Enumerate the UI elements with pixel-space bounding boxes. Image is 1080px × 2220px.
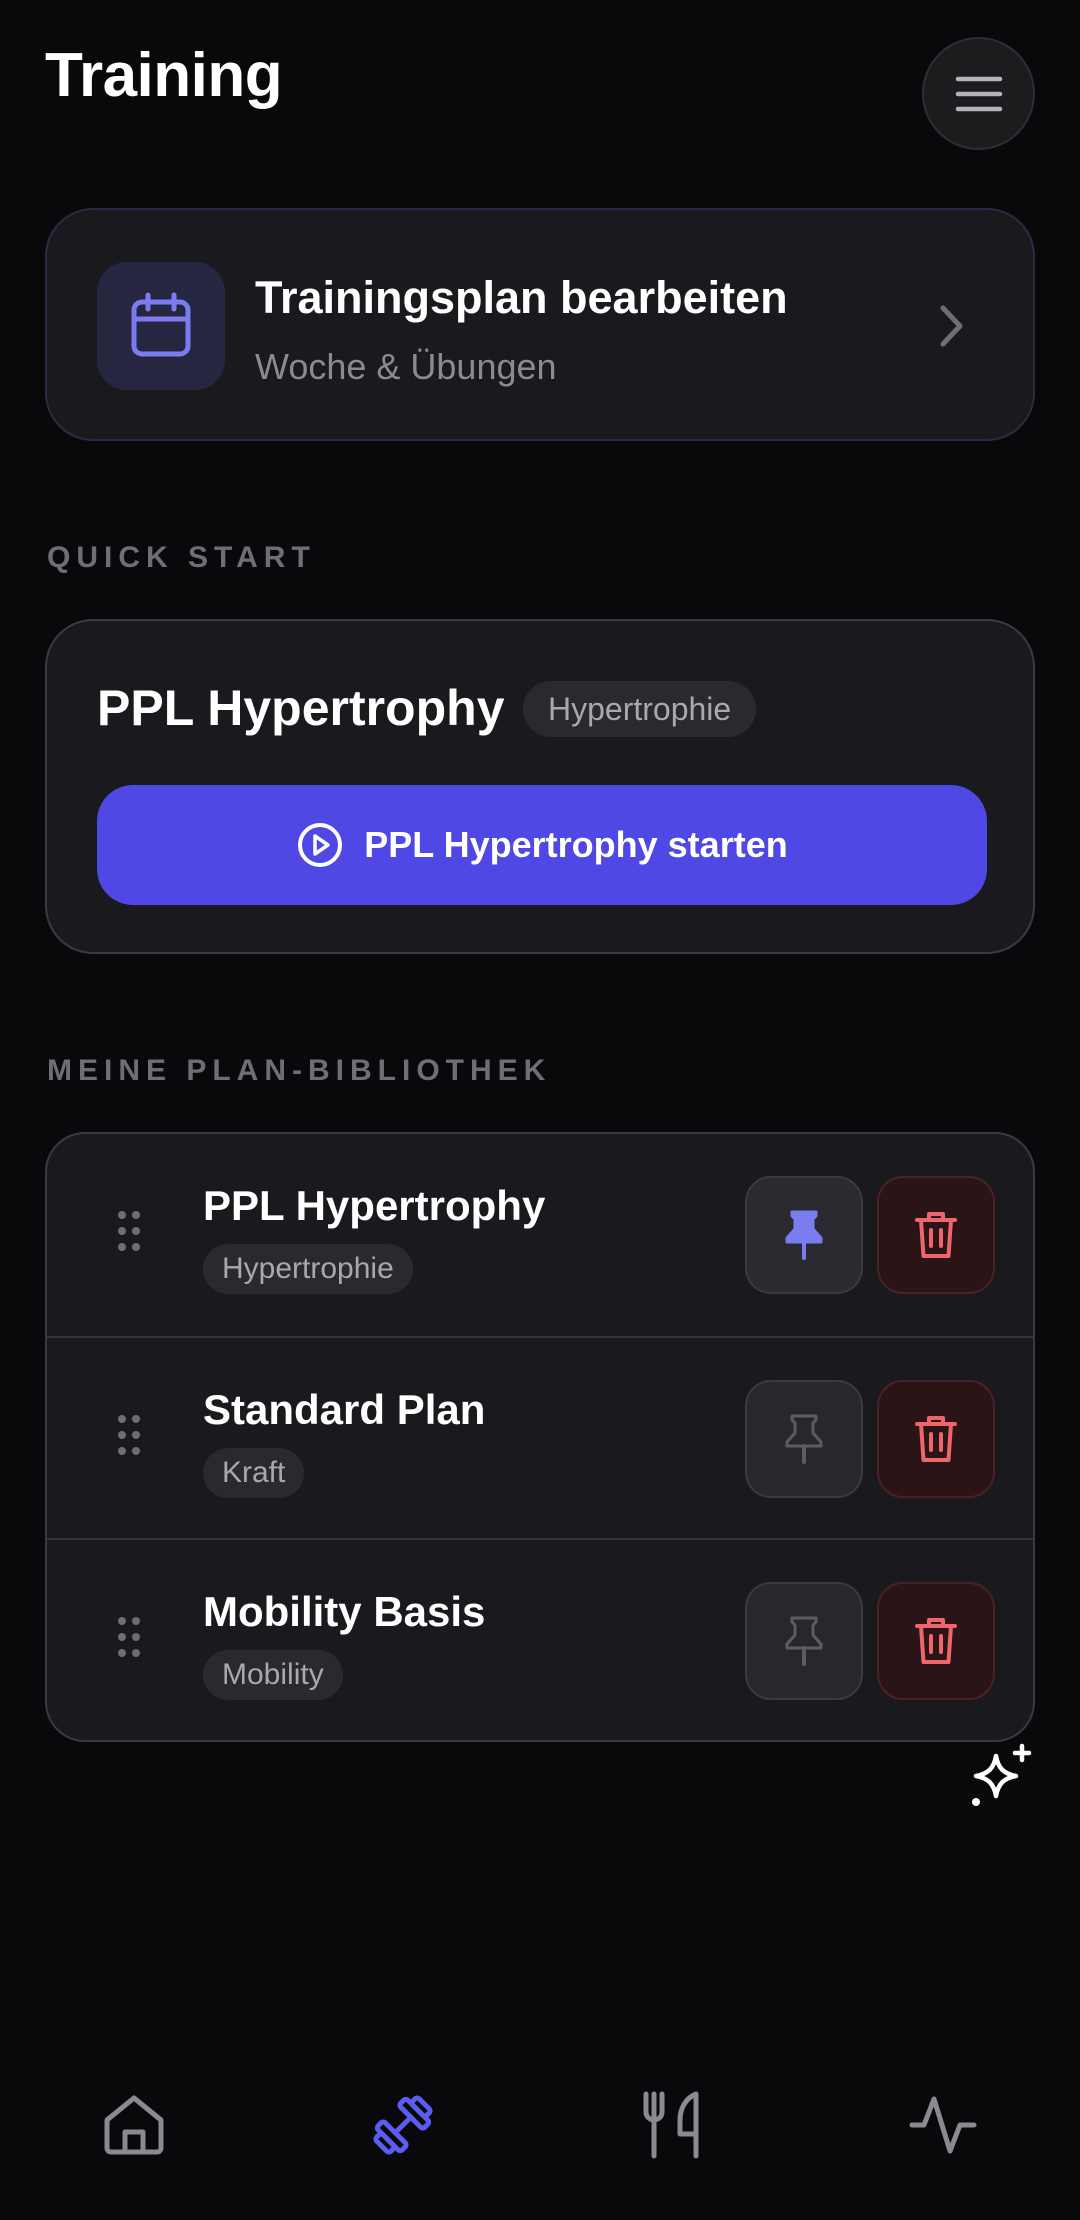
trash-icon xyxy=(915,1212,957,1258)
pin-outline-icon xyxy=(785,1414,823,1464)
drag-handle-icon[interactable] xyxy=(117,1210,141,1252)
home-icon xyxy=(104,2095,164,2155)
plan-name: Standard Plan xyxy=(203,1386,486,1433)
quick-start-card: PPL Hypertrophy Hypertrophie PPL Hypertr… xyxy=(45,619,1035,954)
sparkle-icon[interactable] xyxy=(966,1742,1036,1812)
activity-icon xyxy=(909,2096,977,2154)
edit-plan-card[interactable]: Trainingsplan bearbeiten Woche & Übungen xyxy=(45,208,1035,441)
pin-outline-icon xyxy=(785,1616,823,1666)
pin-button[interactable] xyxy=(745,1582,863,1700)
start-plan-label: PPL Hypertrophy starten xyxy=(364,824,788,865)
page-title: Training xyxy=(45,41,283,110)
plan-name: Mobility Basis xyxy=(203,1588,486,1635)
training-screen: Training Trainingsplan bearbeiten Woche … xyxy=(0,0,1080,2220)
hamburger-menu-icon xyxy=(955,76,1002,111)
list-item[interactable]: Standard Plan Kraft xyxy=(47,1336,1033,1538)
play-circle-icon xyxy=(298,823,343,867)
pin-icon xyxy=(785,1210,823,1260)
delete-button[interactable] xyxy=(877,1380,995,1498)
dumbbell-icon xyxy=(373,2095,433,2155)
list-item[interactable]: PPL Hypertrophy Hypertrophie xyxy=(47,1134,1033,1336)
delete-button[interactable] xyxy=(877,1176,995,1294)
plan-name: PPL Hypertrophy xyxy=(203,1182,546,1229)
nav-home[interactable] xyxy=(89,2080,179,2170)
start-plan-button[interactable]: PPL Hypertrophy starten xyxy=(97,785,987,905)
drag-handle-icon[interactable] xyxy=(117,1414,141,1456)
fork-knife-icon xyxy=(643,2091,699,2159)
plan-tag: Mobility xyxy=(203,1650,343,1700)
pin-button[interactable] xyxy=(745,1380,863,1498)
menu-button[interactable] xyxy=(922,37,1035,150)
plan-library-list: PPL Hypertrophy Hypertrophie Standard Pl… xyxy=(45,1132,1035,1742)
trash-icon xyxy=(915,1416,957,1462)
plan-tag: Kraft xyxy=(203,1448,305,1498)
library-label: MEINE PLAN-BIBLIOTHEK xyxy=(47,1054,552,1087)
edit-plan-subtitle: Woche & Übungen xyxy=(255,346,557,387)
calendar-icon xyxy=(131,292,191,357)
bottom-navigation xyxy=(0,2060,1080,2220)
quick-start-label: QUICK START xyxy=(47,541,316,574)
delete-button[interactable] xyxy=(877,1582,995,1700)
quick-start-badge: Hypertrophie xyxy=(523,681,757,737)
quick-start-plan-name: PPL Hypertrophy xyxy=(97,680,505,736)
pin-button[interactable] xyxy=(745,1176,863,1294)
nav-nutrition[interactable] xyxy=(628,2080,718,2170)
trash-icon xyxy=(915,1618,957,1664)
edit-plan-icon-box xyxy=(97,262,225,390)
nav-activity[interactable] xyxy=(898,2080,988,2170)
plan-tag: Hypertrophie xyxy=(203,1244,413,1294)
list-item[interactable]: Mobility Basis Mobility xyxy=(47,1538,1033,1740)
drag-handle-icon[interactable] xyxy=(117,1616,141,1658)
edit-plan-title: Trainingsplan bearbeiten xyxy=(255,272,788,323)
chevron-right-icon xyxy=(940,305,963,347)
nav-training[interactable] xyxy=(358,2080,448,2170)
